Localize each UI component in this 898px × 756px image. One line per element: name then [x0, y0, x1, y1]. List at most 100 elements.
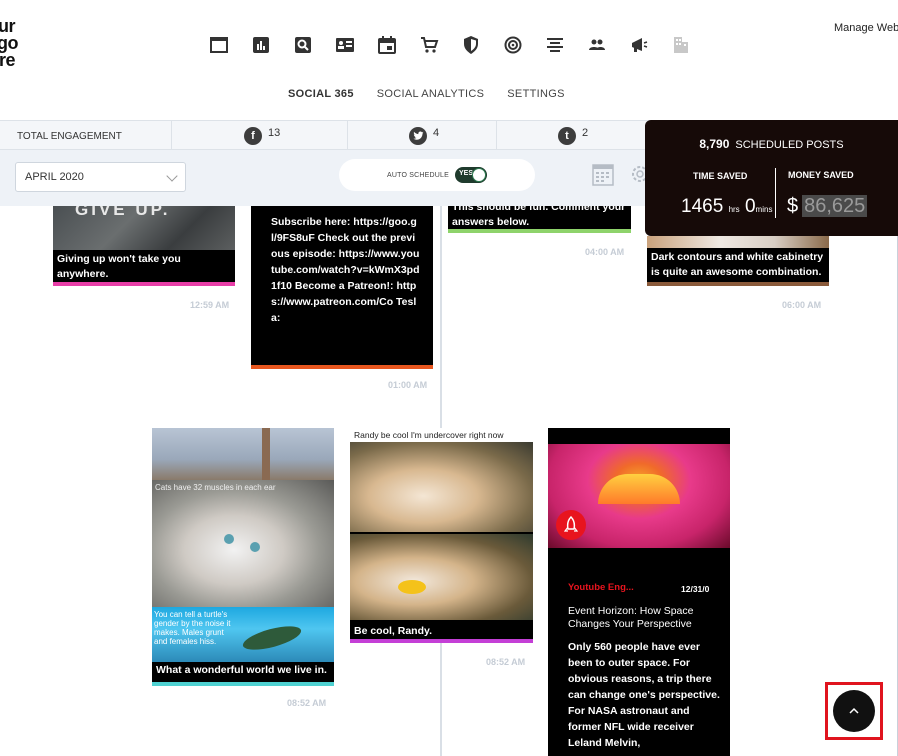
post-card[interactable]: Youtube Eng... 12/31/0 Event Horizon: Ho…	[548, 428, 730, 756]
post-caption: What a wonderful world we live in.	[156, 664, 327, 676]
tab-settings[interactable]: SETTINGS	[507, 88, 564, 100]
post-card[interactable]: Cats have 32 muscles in each ear You can…	[152, 428, 334, 686]
tumblr-count: 2	[582, 127, 589, 139]
image-overlay-text: Cats have 32 muscles in each ear	[155, 483, 276, 492]
chevron-up-icon	[849, 707, 859, 714]
post-image: GIVE UP.	[53, 206, 235, 250]
time-saved-value: 1465 hrs 0mins	[681, 196, 772, 218]
post-color-bar	[152, 682, 334, 686]
window-icon[interactable]	[198, 34, 240, 56]
post-color-bar	[350, 639, 533, 643]
toggle-label: YES	[458, 170, 473, 177]
rocket-icon	[556, 510, 586, 540]
time-saved-label: TIME SAVED	[693, 171, 748, 181]
post-date: 12/31/0	[681, 584, 710, 594]
video-title: Event Horizon: How Space Changes Your Pe…	[568, 605, 694, 630]
post-time: 08:52 AM	[287, 698, 327, 708]
manage-website-link[interactable]: Manage Web	[834, 22, 898, 34]
total-engagement-label: TOTAL ENGAGEMENT	[17, 121, 122, 151]
engagement-label-text: TOTAL ENGAGEMENT	[17, 130, 122, 142]
facebook-icon: f	[244, 127, 262, 145]
channel-name: Youtube Eng...	[568, 582, 634, 593]
search-box-icon[interactable]	[282, 34, 324, 56]
scheduled-count: 8,790	[699, 137, 730, 151]
contact-card-icon[interactable]	[324, 34, 366, 56]
rope-shape	[262, 428, 270, 480]
controls-row: APRIL 2020 AUTO SCHEDULE YES	[0, 150, 660, 206]
scheduled-posts-panel: 8,790 SCHEDULED POSTS TIME SAVED MONEY SA…	[645, 120, 898, 236]
image-overlay-text: You can tell a turtle's gender by the no…	[154, 610, 231, 646]
scheduled-label: SCHEDULED POSTS	[735, 139, 844, 151]
toggle-knob	[471, 168, 486, 182]
post-card[interactable]: Subscribe here: https://goo.gl/9FS8uF Ch…	[251, 206, 433, 369]
twitter-icon	[409, 127, 427, 145]
cat-image: Cats have 32 muscles in each ear	[152, 480, 334, 607]
currency-symbol: $	[787, 195, 799, 217]
company-logo[interactable]: ur go re	[0, 17, 30, 70]
post-color-bar	[251, 365, 433, 369]
auto-schedule-toggle[interactable]: YES	[454, 167, 487, 183]
hours-unit: hrs	[728, 205, 740, 214]
post-time: 12:59 AM	[190, 300, 230, 310]
building-icon[interactable]	[660, 34, 702, 56]
post-time: 06:00 AM	[782, 300, 822, 310]
hours-value: 1465	[681, 196, 724, 217]
cat-eye	[224, 534, 234, 544]
facebook-engagement[interactable]: f 13	[171, 121, 347, 151]
post-body: Subscribe here: https://goo.gl/9FS8uF Ch…	[271, 216, 420, 324]
tab-social-365[interactable]: SOCIAL 365	[288, 88, 354, 100]
post-caption: Giving up won't take you anywhere.	[57, 253, 181, 280]
post-time: 01:00 AM	[388, 380, 428, 390]
mins-unit: mins	[755, 205, 773, 214]
people-icon[interactable]	[576, 34, 618, 56]
sunset-shape	[598, 474, 680, 504]
target-icon[interactable]	[492, 34, 534, 56]
twitter-engagement[interactable]: 4	[347, 121, 496, 151]
tumblr-icon: t	[558, 127, 576, 145]
cart-icon[interactable]	[408, 34, 450, 56]
panel-divider	[775, 168, 776, 218]
duck-bill-shape	[398, 580, 426, 594]
post-color-bar	[647, 282, 829, 286]
meme-header: Randy be cool I'm undercover right now	[350, 428, 533, 442]
month-value: APRIL 2020	[25, 171, 84, 183]
money-saved-value: $86,625	[787, 195, 868, 218]
post-time: 04:00 AM	[585, 247, 625, 257]
mins-value: 0	[744, 196, 756, 217]
post-time: 08:52 AM	[486, 657, 526, 667]
megaphone-icon[interactable]	[618, 34, 660, 56]
month-select[interactable]: APRIL 2020	[15, 162, 186, 192]
post-card[interactable]: GIVE UP. Giving up won't take you anywhe…	[53, 206, 235, 286]
calendar-icon[interactable]	[366, 34, 408, 56]
money-amount: 86,625	[802, 195, 868, 217]
facebook-count: 13	[268, 127, 281, 139]
auto-schedule-label: AUTO SCHEDULE	[387, 171, 449, 179]
chevron-down-icon	[166, 170, 178, 182]
turtle-image: You can tell a turtle's gender by the no…	[152, 607, 334, 662]
calendar-view-icon[interactable]	[592, 162, 614, 186]
post-image	[152, 428, 334, 480]
analytics-icon[interactable]	[240, 34, 282, 56]
cat-eye	[250, 542, 260, 552]
meme-header-text: Randy be cool I'm undercover right now	[354, 430, 504, 440]
post-card[interactable]: Randy be cool I'm undercover right now B…	[350, 428, 533, 643]
post-caption: This should be fun. Comment your answers…	[452, 206, 626, 228]
post-card[interactable]: This should be fun. Comment your answers…	[448, 206, 631, 233]
tab-social-analytics[interactable]: SOCIAL ANALYTICS	[377, 88, 485, 100]
image-text: GIVE UP.	[75, 206, 171, 219]
text-align-icon[interactable]	[534, 34, 576, 56]
turtle-shape	[240, 621, 304, 655]
shield-icon[interactable]	[450, 34, 492, 56]
auto-schedule-control: AUTO SCHEDULE YES	[339, 159, 535, 191]
post-color-bar	[448, 229, 631, 233]
video-description: Only 560 people have ever been to outer …	[568, 641, 720, 749]
dog-photo-top	[350, 442, 533, 532]
post-image	[647, 236, 829, 248]
post-caption: Be cool, Randy.	[354, 625, 432, 637]
post-caption: Dark contours and white cabinetry is qui…	[651, 251, 824, 278]
post-card[interactable]: Dark contours and white cabinetry is qui…	[647, 236, 829, 286]
scheduled-posts-summary: 8,790 SCHEDULED POSTS	[645, 137, 898, 151]
scroll-to-top-button[interactable]	[833, 690, 875, 732]
tumblr-engagement[interactable]: t 2	[496, 121, 646, 151]
logo-line: re	[0, 50, 16, 70]
